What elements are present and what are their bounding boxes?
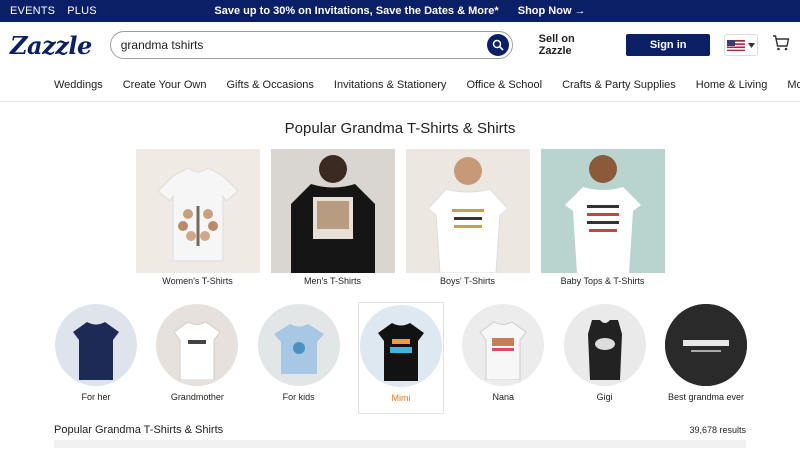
style-image [156, 304, 239, 386]
category-card[interactable]: Women's T-Shirts [135, 149, 260, 286]
sign-in-button[interactable]: Sign in [626, 34, 711, 56]
style-image [563, 304, 646, 386]
boys-tshirt-image [405, 149, 530, 273]
category-cards: Women's T-Shirts Men's T-Shirts Boys' T-… [0, 149, 800, 286]
womens-tshirt-image [135, 149, 260, 273]
style-image [359, 305, 442, 387]
style-label: Gigi [596, 392, 613, 402]
style-image [257, 304, 340, 386]
mens-tshirt-image [270, 149, 395, 273]
chevron-down-icon [748, 42, 756, 48]
nav-home-living[interactable]: Home & Living [696, 79, 768, 91]
category-label: Boys' T-Shirts [439, 276, 496, 286]
nav-weddings[interactable]: Weddings [54, 79, 103, 91]
category-label: Women's T-Shirts [162, 276, 233, 286]
search-bar [109, 31, 513, 59]
style-mimi[interactable]: Mimi [357, 302, 444, 414]
nav-create-your-own[interactable]: Create Your Own [123, 79, 207, 91]
cart-icon [773, 34, 790, 50]
header: Zazzle Sell on Zazzle Sign in [0, 22, 800, 68]
nav-crafts-party-supplies[interactable]: Crafts & Party Supplies [562, 79, 676, 91]
category-label: Men's T-Shirts [303, 276, 362, 286]
results-count: 39,678 results [689, 425, 746, 435]
style-image [55, 304, 137, 386]
search-input[interactable] [120, 38, 487, 52]
search-icon [492, 39, 504, 51]
results-header: Popular Grandma T-Shirts & Shirts 39,678… [0, 424, 800, 436]
style-nana[interactable]: Nana [461, 304, 545, 414]
promo-bar: EVENTS PLUS Save up to 30% on Invitation… [0, 0, 800, 22]
promo-message[interactable]: Save up to 30% on Invitations, Save the … [214, 5, 498, 17]
style-filters: For her Grandmother For kids Mimi Nana G… [0, 302, 800, 414]
style-label: For kids [282, 392, 315, 402]
results-toolbar [54, 440, 746, 448]
style-label: For her [81, 392, 111, 402]
category-card[interactable]: Boys' T-Shirts [405, 149, 530, 286]
region-selector[interactable] [724, 34, 758, 56]
category-card[interactable]: Men's T-Shirts [270, 149, 395, 286]
nav-office-school[interactable]: Office & School [466, 79, 542, 91]
sell-on-zazzle-link[interactable]: Sell on Zazzle [539, 33, 606, 57]
style-label: Best grandma ever [667, 392, 744, 402]
zazzle-logo[interactable]: Zazzle [10, 31, 100, 60]
shop-now-link[interactable]: Shop Now → [518, 5, 586, 17]
main-nav: Weddings Create Your Own Gifts & Occasio… [0, 68, 800, 102]
nav-gifts-occasions[interactable]: Gifts & Occasions [227, 79, 314, 91]
search-button[interactable] [486, 34, 509, 56]
style-grandmother[interactable]: Grandmother [155, 304, 239, 414]
baby-tshirt-image [540, 149, 665, 273]
us-flag-icon [727, 39, 746, 51]
section-title: Popular Grandma T-Shirts & Shirts [284, 120, 516, 137]
results-title: Popular Grandma T-Shirts & Shirts [54, 424, 224, 436]
style-label: Grandmother [170, 392, 224, 402]
events-link[interactable]: EVENTS [10, 5, 55, 17]
style-image [462, 304, 545, 386]
plus-link[interactable]: PLUS [67, 5, 97, 17]
style-best-grandma-ever[interactable]: Best grandma ever [664, 304, 748, 414]
style-image [664, 304, 747, 386]
nav-more[interactable]: More [787, 79, 800, 91]
category-card[interactable]: Baby Tops & T-Shirts [540, 149, 665, 286]
style-for-kids[interactable]: For kids [257, 304, 341, 414]
style-gigi[interactable]: Gigi [563, 304, 647, 414]
style-label: Mimi [391, 393, 411, 403]
style-for-her[interactable]: For her [54, 304, 138, 414]
nav-invitations-stationery[interactable]: Invitations & Stationery [334, 79, 447, 91]
category-label: Baby Tops & T-Shirts [560, 276, 645, 286]
style-label: Nana [492, 392, 515, 402]
cart-button[interactable] [772, 34, 790, 56]
